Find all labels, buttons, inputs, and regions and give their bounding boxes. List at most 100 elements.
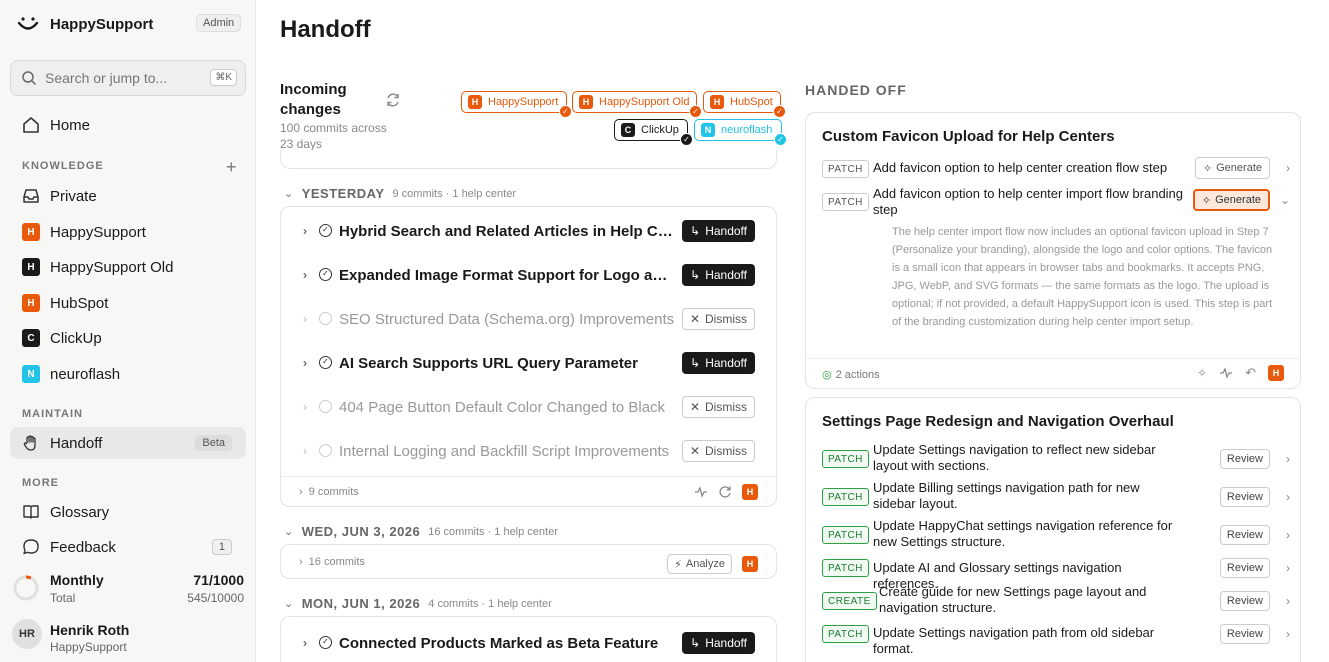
dismiss-button[interactable]: ✕ Dismiss [681,440,755,462]
neuroflash-logo-icon: N [701,123,715,137]
list-item[interactable]: › ✓ AI Search Supports URL Query Paramet… [281,349,776,377]
analyze-button[interactable]: ⚡ Analyze [667,554,732,574]
source-chip-clickup[interactable]: C ClickUp ✓ [614,119,693,146]
sidebar-item-label: HappySupport [50,223,146,241]
chevron-right-icon[interactable]: › [1286,594,1290,608]
chevron-right-icon[interactable]: › [1286,452,1290,466]
list-item[interactable]: › SEO Structured Data (Schema.org) Impro… [281,305,776,333]
chevron-right-icon[interactable]: › [303,400,307,414]
check-icon: ✓ [559,105,572,118]
list-item[interactable]: › ✓ Connected Products Marked as Beta Fe… [281,629,776,657]
dismiss-button[interactable]: ✕ Dismiss [681,396,755,418]
patch-tag: PATCH [822,193,869,211]
chevron-right-icon[interactable]: › [1286,561,1290,575]
dismiss-button[interactable]: ✕ Dismiss [681,308,755,330]
handoff-button[interactable]: ↳ Handoff [682,632,755,654]
list-item[interactable]: › 404 Page Button Default Color Changed … [281,393,776,421]
sidebar-item-handoff[interactable]: Handoff Beta [10,427,246,459]
day-header-yesterday[interactable]: ⌄ YESTERDAY 9 commits · 1 help center [284,186,516,201]
sidebar-item-glossary[interactable]: Glossary [10,496,246,528]
source-chip-neuroflash[interactable]: N neuroflash ✓ [694,119,787,146]
sidebar-item-happysupport-old[interactable]: H HappySupport Old [10,251,246,283]
chevron-right-icon[interactable]: › [303,268,307,282]
refresh-icon[interactable] [385,92,401,108]
chevron-right-icon[interactable]: › [303,312,307,326]
sidebar-item-happysupport[interactable]: H HappySupport [10,216,246,248]
sidebar-item-neuroflash[interactable]: N neuroflash [10,358,246,390]
day-header-jun-1[interactable]: ⌄ MON, JUN 1, 2026 4 commits · 1 help ce… [284,596,552,611]
actions-count[interactable]: ◎ 2 actions [822,368,880,382]
day-meta: 9 commits · 1 help center [392,187,517,200]
list-item[interactable]: › Internal Logging and Backfill Script I… [281,437,776,465]
patch-tag: PATCH [822,160,869,178]
activity-icon[interactable] [1219,366,1233,380]
chevron-right-icon[interactable]: › [303,356,307,370]
generate-button[interactable]: ✧ Generate [1194,157,1270,179]
chevron-down-icon[interactable]: ⌄ [1280,193,1290,207]
refresh-icon[interactable] [718,485,732,499]
chevron-down-icon: ⌄ [284,526,294,538]
sidebar-item-label: neuroflash [50,365,121,383]
button-label: Dismiss [705,400,747,414]
source-chip-happysupport[interactable]: H HappySupport ✓ [461,91,572,118]
patch-tag: PATCH [822,625,869,643]
review-button[interactable]: Review [1219,624,1270,644]
chevron-right-icon[interactable]: › [303,444,307,458]
empty-circle-icon [319,444,332,457]
happysupport-logo-icon: H [468,95,482,109]
empty-circle-icon [319,400,332,413]
sidebar-item-clickup[interactable]: C ClickUp [10,322,246,354]
sidebar-item-label: Feedback [50,538,116,556]
check-circle-icon: ✓ [319,636,332,649]
sidebar-item-private[interactable]: Private [10,180,246,212]
handoff-button[interactable]: ↳ Handoff [682,352,755,374]
card-title: Custom Favicon Upload for Help Centers [822,128,1115,145]
review-button[interactable]: Review [1219,591,1270,611]
empty-circle-icon [319,312,332,325]
user-profile[interactable]: HR Henrik Roth HappySupport [12,616,248,656]
smile-logo-icon [17,17,39,30]
day-header-jun-3[interactable]: ⌄ WED, JUN 3, 2026 16 commits · 1 help c… [284,524,558,539]
sidebar-item-home[interactable]: Home [10,109,246,141]
review-button[interactable]: Review [1219,525,1270,545]
chevron-right-icon: › [299,556,303,568]
chevron-right-icon[interactable]: › [303,636,307,650]
day-card-jun-3[interactable]: › 16 commits ⚡ Analyze H [280,544,777,579]
generate-button[interactable]: ✧ Generate [1192,189,1270,211]
item-title: Expanded Image Format Support for Logo a… [339,266,675,284]
list-item[interactable]: › ✓ Expanded Image Format Support for Lo… [281,261,776,289]
add-knowledge-icon[interactable]: + [226,157,237,178]
review-button[interactable]: Review [1219,449,1270,469]
handoff-button[interactable]: ↳ Handoff [682,220,755,242]
sidebar-item-hubspot[interactable]: H HubSpot [10,287,246,319]
sparkle-icon: ✧ [1201,194,1212,207]
chevron-right-icon[interactable]: › [1286,490,1290,504]
sparkle-icon[interactable]: ✧ [1197,366,1207,380]
undo-icon[interactable]: ↶ [1245,365,1256,381]
usage-total: 545/10000 [187,591,244,605]
review-button[interactable]: Review [1219,558,1270,578]
source-chip-happysupport-old[interactable]: H HappySupport Old ✓ [572,91,702,118]
button-label: Analyze [685,558,725,570]
search-input[interactable]: Search or jump to... ⌘K [10,60,246,96]
review-button[interactable]: Review [1219,487,1270,507]
brand[interactable]: HappySupport [16,12,153,36]
item-title: Connected Products Marked as Beta Featur… [339,634,659,652]
chevron-down-icon: ⌄ [284,188,294,200]
item-title: Internal Logging and Backfill Script Imp… [339,442,670,460]
source-chip-hubspot[interactable]: H HubSpot ✓ [703,91,786,118]
sidebar-item-label: Private [50,187,97,205]
activity-icon[interactable] [694,485,708,499]
handoff-button[interactable]: ↳ Handoff [682,264,755,286]
chevron-right-icon[interactable]: › [1286,161,1290,175]
chevron-right-icon[interactable]: › [303,224,307,238]
usage-meter[interactable]: Monthly Total 71/1000 545/10000 [12,570,248,610]
button-label: Handoff [705,268,747,282]
day-card-footer[interactable]: › 16 commits ⚡ Analyze H [281,547,776,577]
chevron-right-icon[interactable]: › [1286,627,1290,641]
feedback-count-badge: 1 [211,539,232,555]
chevron-right-icon[interactable]: › [1286,528,1290,542]
list-item[interactable]: › ✓ Hybrid Search and Related Articles i… [281,217,776,245]
day-card-footer[interactable]: › 9 commits H [281,476,776,506]
sidebar-item-feedback[interactable]: Feedback 1 [10,531,246,563]
